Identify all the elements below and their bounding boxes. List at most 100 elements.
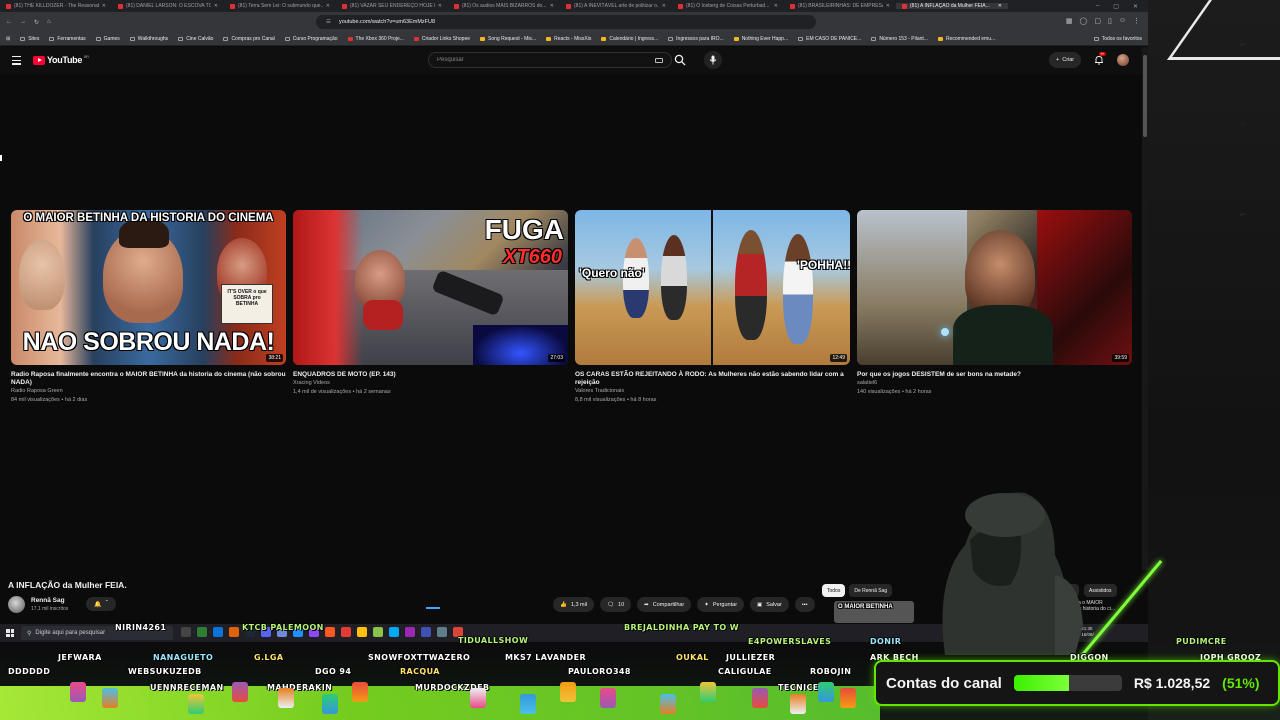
browser-tab[interactable]: (81) O Iceberg de Coisas Perturbad... ✕	[672, 3, 784, 9]
forward-icon[interactable]: →	[20, 19, 26, 25]
notifications-bell-icon[interactable]	[1094, 55, 1104, 65]
app-icon[interactable]	[389, 627, 399, 637]
endscreen-video-card[interactable]: IT'S OVER o que SOBRA pro BETINHA O MAIO…	[11, 210, 286, 405]
browser-tab[interactable]: (81) A INEVITÁVEL arte de politizar o...…	[560, 3, 672, 9]
bookmark-item[interactable]: Sites	[20, 36, 39, 42]
extension-icon[interactable]: ▦	[1066, 17, 1073, 25]
chip-from-channel[interactable]: De Rennã Sag	[849, 584, 893, 597]
close-tab-icon[interactable]: ✕	[438, 3, 442, 9]
home-icon[interactable]: ⌂	[47, 19, 51, 25]
maximize-icon[interactable]: ▢	[1113, 3, 1119, 10]
keyboard-icon[interactable]	[655, 58, 663, 63]
video-channel[interactable]: Radio Raposa Green	[11, 387, 286, 396]
bookmark-item[interactable]: EM CASO DE PANICE...	[798, 36, 861, 42]
chip-watched[interactable]: Assistidos	[1084, 584, 1117, 597]
endscreen-video-card[interactable]: 39:59 Por que os jogos DESISTEM de ser b…	[857, 210, 1132, 397]
video-title[interactable]: Por que os jogos DESISTEM de ser bons na…	[857, 371, 1132, 379]
more-actions-button[interactable]: •••	[794, 597, 815, 612]
guide-menu-icon[interactable]	[12, 56, 21, 67]
close-tab-icon[interactable]: ✕	[326, 3, 330, 9]
url-text[interactable]: youtube.com/watch?v=um63EmMzFU8	[339, 19, 435, 25]
task-view-icon[interactable]	[181, 627, 191, 637]
profile-icon[interactable]: ☺	[1119, 17, 1126, 25]
search-icon[interactable]	[674, 54, 686, 66]
voice-search-button[interactable]	[704, 51, 722, 69]
browser-tab[interactable]: (81) Os audios MAIS BIZARROS do... ✕	[448, 3, 560, 9]
browser-tab[interactable]: (81) BRASILEIRINHAS: DE EMPRESA... ✕	[784, 3, 896, 9]
browser-tab[interactable]: (81) DANIEL LARSON: O ESCOVA TC... ✕	[112, 3, 224, 9]
apps-grid-icon[interactable]: ⊞	[6, 36, 10, 42]
account-avatar[interactable]	[1117, 54, 1129, 66]
app-icon[interactable]	[421, 627, 431, 637]
endscreen-video-card[interactable]: FUGA XT660 27:03 ENQUADROS DE MOTO (EP. …	[293, 210, 568, 397]
close-window-icon[interactable]: ✕	[1133, 3, 1138, 10]
windows-start-icon[interactable]	[6, 629, 14, 637]
bookmark-item[interactable]: Número 153 - Pilant...	[871, 36, 928, 42]
address-bar[interactable]: ☰ youtube.com/watch?v=um63EmMzFU8	[316, 15, 816, 29]
subscription-bell-button[interactable]: 🔔 ˇ	[86, 597, 116, 611]
save-button[interactable]: ▣ Salvar	[750, 597, 789, 612]
reload-icon[interactable]: ↻	[34, 19, 39, 26]
youtube-logo[interactable]: YouTube BR	[33, 55, 89, 65]
close-tab-icon[interactable]: ✕	[102, 3, 106, 9]
back-icon[interactable]: ←	[6, 19, 12, 25]
close-tab-icon[interactable]: ✕	[550, 3, 554, 9]
chip-all[interactable]: Todos	[822, 584, 846, 597]
close-tab-icon[interactable]: ✕	[886, 3, 890, 9]
share-button[interactable]: ➦ Compartilhar	[637, 597, 692, 612]
video-thumbnail[interactable]: 39:59	[857, 210, 1132, 365]
bookmark-item[interactable]: Song Request - Mis...	[480, 36, 536, 42]
all-bookmarks-button[interactable]: Todos os favoritos	[1093, 36, 1142, 42]
minimize-icon[interactable]: –	[1096, 3, 1099, 10]
channel-name[interactable]: Rennã Sag	[31, 597, 65, 604]
browser-tab[interactable]: (81) A INFLAÇÃO da Mulher FEIA... ✕	[896, 3, 1008, 9]
bookmark-item[interactable]: Walkthroughs	[129, 36, 168, 42]
bookmark-item[interactable]: Ferramentas	[49, 36, 86, 42]
bookmark-item[interactable]: Cine Calvão	[178, 36, 213, 42]
bookmark-item[interactable]: Reacts - MissXis	[546, 36, 591, 42]
video-thumbnail[interactable]: IT'S OVER o que SOBRA pro BETINHA O MAIO…	[11, 210, 286, 365]
sidebar-icon[interactable]: ▯	[1108, 17, 1112, 25]
close-tab-icon[interactable]: ✕	[998, 3, 1002, 9]
app-icon[interactable]	[213, 627, 223, 637]
video-title[interactable]: ENQUADROS DE MOTO (EP. 143)	[293, 371, 568, 379]
endscreen-video-card[interactable]: 'Quero não' 'POHHA!!' 12:49 OS CARAS EST…	[575, 210, 850, 405]
like-button[interactable]: 👍 1,3 mil	[553, 597, 595, 612]
browser-tab[interactable]: (81) THE KILLDOZER - The Reasonabl... ✕	[0, 3, 112, 9]
app-icon[interactable]	[229, 627, 239, 637]
extension-icon[interactable]: ▢	[1094, 17, 1101, 25]
bookmark-item[interactable]: The Xbox 360 Proje...	[347, 36, 404, 42]
app-icon[interactable]	[357, 627, 367, 637]
close-tab-icon[interactable]: ✕	[214, 3, 218, 9]
video-thumbnail[interactable]: FUGA XT660 27:03	[293, 210, 568, 365]
video-channel[interactable]: Valores Tradicionais	[575, 387, 850, 396]
bookmark-item[interactable]: Games	[95, 36, 120, 42]
browser-tab[interactable]: (81) Terra Sem Lei: O submundo que... ✕	[224, 3, 336, 9]
related-video-thumbnail[interactable]: O MAIOR BETINHA	[834, 601, 914, 623]
app-icon[interactable]	[325, 627, 335, 637]
video-title[interactable]: Radio Raposa finalmente encontra o MAIOR…	[11, 371, 286, 387]
excel-icon[interactable]	[197, 627, 207, 637]
bookmark-item[interactable]: Compras pro Canal	[223, 36, 275, 42]
close-tab-icon[interactable]: ✕	[774, 3, 778, 9]
search-input[interactable]	[437, 57, 637, 63]
create-button[interactable]: + Criar	[1049, 52, 1082, 68]
comments-button[interactable]: 🗨 10	[600, 597, 632, 612]
ask-button[interactable]: ✦ Perguntar	[697, 597, 745, 612]
bookmark-item[interactable]: Calendário | Ingress...	[601, 36, 658, 42]
extension-icon[interactable]: ◯	[1080, 17, 1088, 25]
scrollbar-thumb[interactable]	[1143, 55, 1147, 137]
browser-tab[interactable]: (81) VAZAR SEU ENDEREÇO HOJE E... ✕	[336, 3, 448, 9]
bookmark-item[interactable]: Criador Links Shopee	[413, 36, 470, 42]
menu-icon[interactable]: ⋮	[1133, 17, 1140, 25]
search-box[interactable]	[428, 52, 672, 68]
video-channel[interactable]: salatiel6	[857, 379, 1132, 388]
bookmark-item[interactable]: Ingressos para IRO...	[668, 36, 724, 42]
close-tab-icon[interactable]: ✕	[662, 3, 666, 9]
bookmark-item[interactable]: Recommended emu...	[937, 36, 995, 42]
app-icon[interactable]	[405, 627, 415, 637]
app-icon[interactable]	[341, 627, 351, 637]
bookmark-item[interactable]: Nothing Ever Happ...	[733, 36, 788, 42]
app-icon[interactable]	[373, 627, 383, 637]
bookmark-item[interactable]: Curso Programação	[284, 36, 338, 42]
